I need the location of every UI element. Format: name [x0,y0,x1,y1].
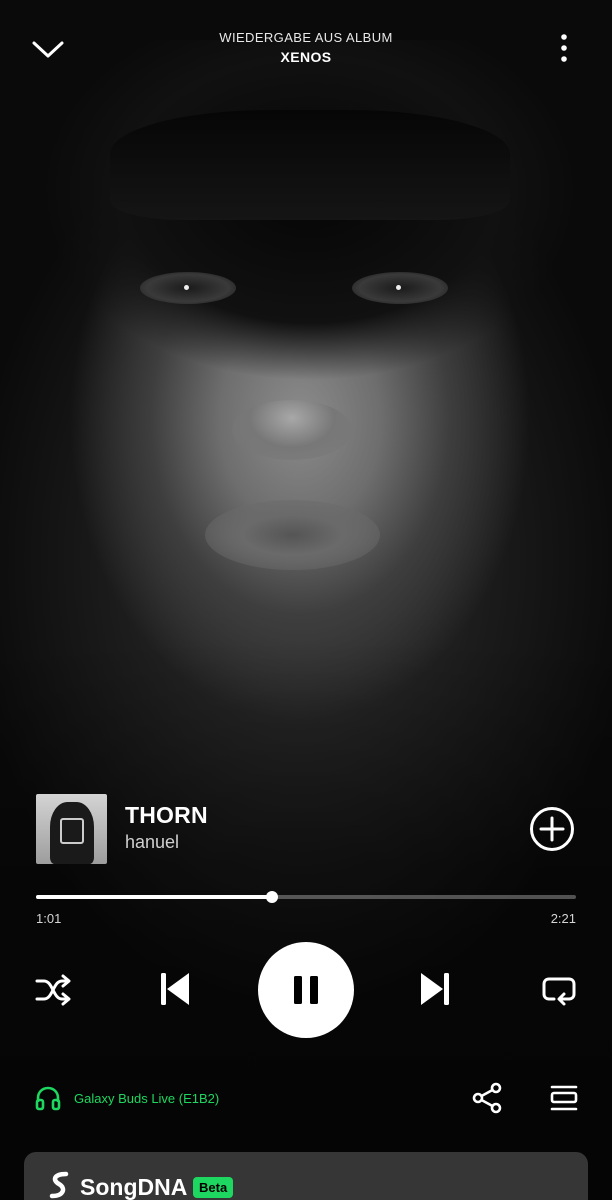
queue-icon[interactable] [546,1080,582,1116]
chevron-down-icon[interactable] [30,34,66,64]
progress-fill [36,895,272,899]
beta-badge: Beta [193,1177,234,1198]
connected-device[interactable]: Galaxy Buds Live (E1B2) [34,1083,219,1113]
previous-button[interactable] [152,966,198,1012]
track-artist[interactable]: hanuel [125,832,179,853]
track-info: THORN hanuel [36,794,576,864]
elapsed-time: 1:01 [36,911,62,926]
shuffle-icon [35,974,71,1006]
repeat-button[interactable] [536,968,582,1012]
album-cover[interactable] [36,794,107,864]
next-button[interactable] [412,966,458,1012]
songdna-logo-icon [49,1171,69,1199]
playing-context-label: WIEDERGABE AUS ALBUM [219,30,393,45]
add-circle-icon[interactable] [529,806,575,852]
progress-thumb[interactable] [265,891,278,903]
pause-button[interactable] [258,942,354,1038]
album-title[interactable]: XENOS [106,49,506,65]
songdna-card[interactable]: SongDNA Beta [24,1152,588,1200]
playback-controls [0,940,612,1040]
top-bar: WIEDERGABE AUS ALBUM XENOS [0,0,612,90]
skip-next-icon [421,973,449,1005]
share-icon[interactable] [470,1080,506,1116]
track-title[interactable]: THORN [125,802,208,829]
progress-bar[interactable] [36,890,576,904]
pause-icon [294,976,318,1004]
headphones-icon [35,1086,61,1111]
card-title: SongDNA [80,1174,188,1200]
skip-previous-icon [161,973,189,1005]
total-time: 2:21 [550,911,576,926]
device-name: Galaxy Buds Live (E1B2) [74,1090,220,1106]
shuffle-button[interactable] [30,968,76,1012]
more-vertical-icon[interactable] [548,30,580,66]
repeat-icon [542,977,576,1006]
